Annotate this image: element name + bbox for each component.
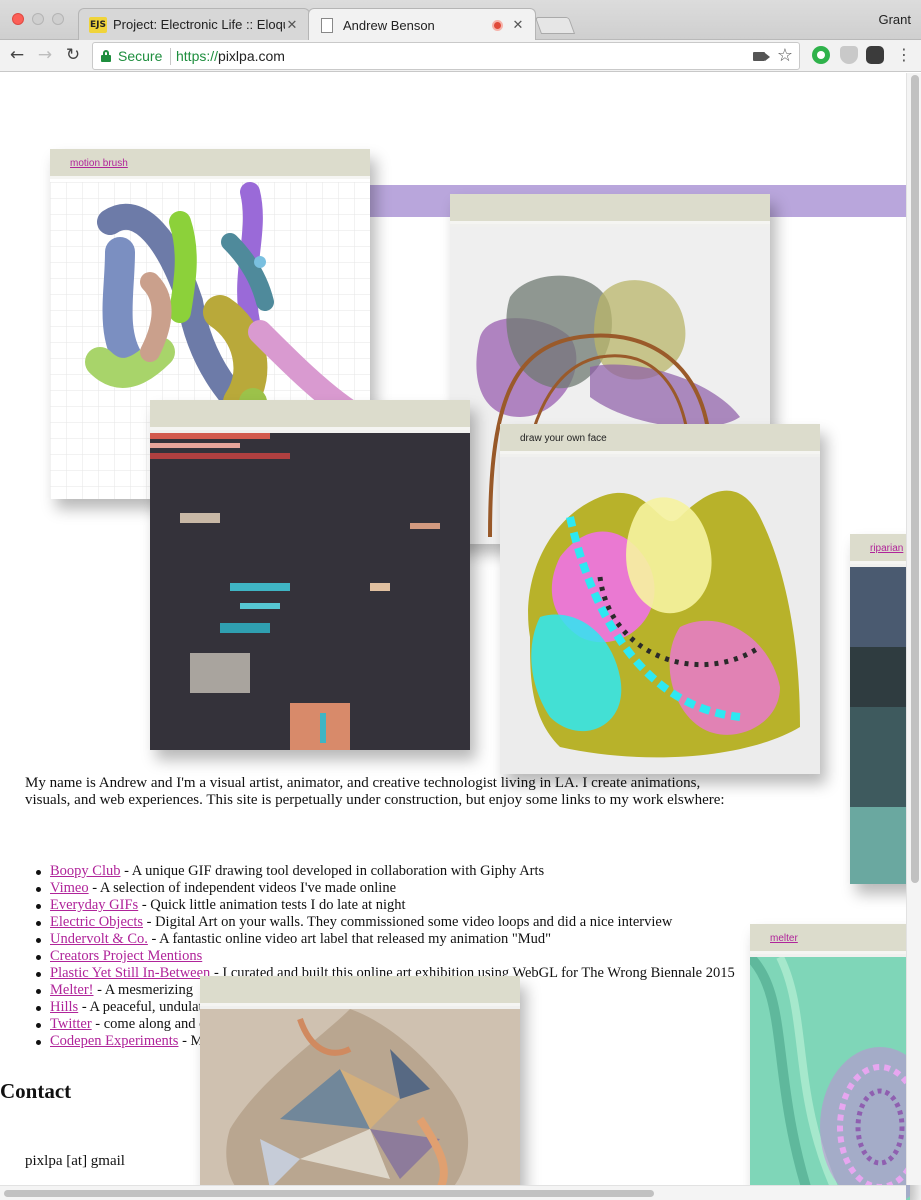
url-text[interactable]: https://pixlpa.com (176, 48, 285, 64)
watercolor-artwork (200, 1009, 520, 1200)
melter-artwork (750, 957, 910, 1200)
tab-andrew-benson[interactable]: Andrew Benson ✕ (308, 8, 536, 41)
extension-green-icon[interactable] (812, 46, 830, 64)
glitch-card[interactable] (150, 400, 470, 750)
melter-link[interactable]: Melter! (50, 982, 93, 998)
intro-paragraph: My name is Andrew and I'm a visual artis… (25, 775, 725, 808)
draw-face-card[interactable]: draw your own face (500, 424, 820, 774)
everyday-gifs-link[interactable]: Everyday GIFs (50, 897, 138, 913)
close-tab-icon[interactable]: ✕ (511, 17, 525, 33)
ejs-favicon-icon: EJS (89, 16, 107, 33)
link-description: - Digital Art on your walls. They commis… (143, 914, 673, 930)
horizontal-scrollbar[interactable] (0, 1185, 906, 1200)
draw-face-title: draw your own face (520, 433, 607, 444)
link-description: - A mesmerizing (93, 982, 193, 998)
camera-icon[interactable] (753, 52, 770, 61)
codepen-link[interactable]: Codepen Experiments (50, 1033, 178, 1049)
list-item: Creators Project Mentions (36, 948, 770, 965)
list-item: Boopy Club - A unique GIF drawing tool d… (36, 863, 770, 880)
reload-icon[interactable]: ↻ (62, 44, 84, 66)
extension-bug-icon[interactable] (866, 46, 884, 64)
page-viewport: motion brush riparian draw your own face… (0, 73, 921, 1200)
bookmark-star-icon[interactable]: ☆ (777, 45, 793, 66)
creators-project-link[interactable]: Creators Project Mentions (50, 948, 202, 964)
lock-icon[interactable] (101, 50, 111, 62)
list-item: Undervolt & Co. - A fantastic online vid… (36, 931, 770, 948)
minimize-window-button[interactable] (32, 13, 44, 25)
list-item: Everyday GIFs - Quick little animation t… (36, 897, 770, 914)
forward-arrow-icon[interactable]: → (34, 44, 56, 66)
draw-face-artwork (500, 457, 820, 774)
link-description: - Quick little animation tests I do late… (138, 897, 406, 913)
melter-card-link[interactable]: melter (770, 933, 798, 944)
twitter-link[interactable]: Twitter (50, 1016, 92, 1032)
card-header (200, 976, 520, 1006)
glitch-artwork (150, 433, 470, 750)
profile-name[interactable]: Grant (878, 12, 911, 27)
back-arrow-icon[interactable]: ← (6, 44, 28, 66)
url-scheme: https:// (176, 48, 219, 64)
hills-link[interactable]: Hills (50, 999, 78, 1015)
contact-heading: Contact (0, 1079, 72, 1103)
omnibox-divider (170, 48, 171, 65)
extension-shield-icon[interactable] (840, 46, 858, 64)
secure-label[interactable]: Secure (118, 48, 162, 64)
electric-objects-link[interactable]: Electric Objects (50, 914, 143, 930)
recording-indicator-icon (492, 19, 503, 31)
link-description: - A fantastic online video art label tha… (147, 931, 552, 947)
card-header: draw your own face (500, 424, 820, 454)
browser-toolbar: ← → ↻ Secure https://pixlpa.com ☆ ⋮ (0, 40, 921, 72)
tab-title: Project: Electronic Life :: Eloqu (113, 17, 285, 32)
close-tab-icon[interactable]: ✕ (285, 17, 299, 33)
card-header (450, 194, 770, 224)
url-host: pixlpa.com (218, 48, 285, 64)
card-header: melter (750, 924, 910, 954)
motion-brush-link[interactable]: motion brush (70, 158, 128, 169)
plastic-yet-still-link[interactable]: Plastic Yet Still In-Between (50, 965, 210, 981)
card-header: motion brush (50, 149, 370, 179)
link-description: - A unique GIF drawing tool developed in… (120, 863, 545, 879)
vimeo-link[interactable]: Vimeo (50, 880, 89, 896)
list-item: Vimeo - A selection of independent video… (36, 880, 770, 897)
browser-menu-icon[interactable]: ⋮ (896, 44, 912, 66)
card-header (150, 400, 470, 430)
window-titlebar: EJS Project: Electronic Life :: Eloqu ✕ … (0, 0, 921, 41)
vertical-scrollbar-thumb[interactable] (911, 75, 919, 883)
link-description: - A selection of independent videos I've… (88, 880, 397, 896)
tab-title: Andrew Benson (343, 17, 435, 33)
close-window-button[interactable] (12, 13, 24, 25)
list-item: Electric Objects - Digital Art on your w… (36, 914, 770, 931)
address-bar[interactable]: Secure https://pixlpa.com ☆ (92, 42, 800, 70)
page-favicon-icon (321, 17, 333, 33)
new-tab-button[interactable] (534, 17, 576, 34)
melter-card[interactable]: melter (750, 924, 910, 1200)
tab-eloquent-js[interactable]: EJS Project: Electronic Life :: Eloqu ✕ (78, 8, 310, 40)
undervolt-link[interactable]: Undervolt & Co. (50, 931, 148, 947)
contact-email: pixlpa [at] gmail (25, 1153, 125, 1169)
horizontal-scrollbar-thumb[interactable] (4, 1190, 654, 1197)
maximize-window-button[interactable] (52, 13, 64, 25)
riparian-link[interactable]: riparian (870, 543, 903, 554)
boopy-club-link[interactable]: Boopy Club (50, 863, 121, 879)
vertical-scrollbar[interactable] (906, 73, 921, 1185)
watercolor-card[interactable] (200, 976, 520, 1200)
